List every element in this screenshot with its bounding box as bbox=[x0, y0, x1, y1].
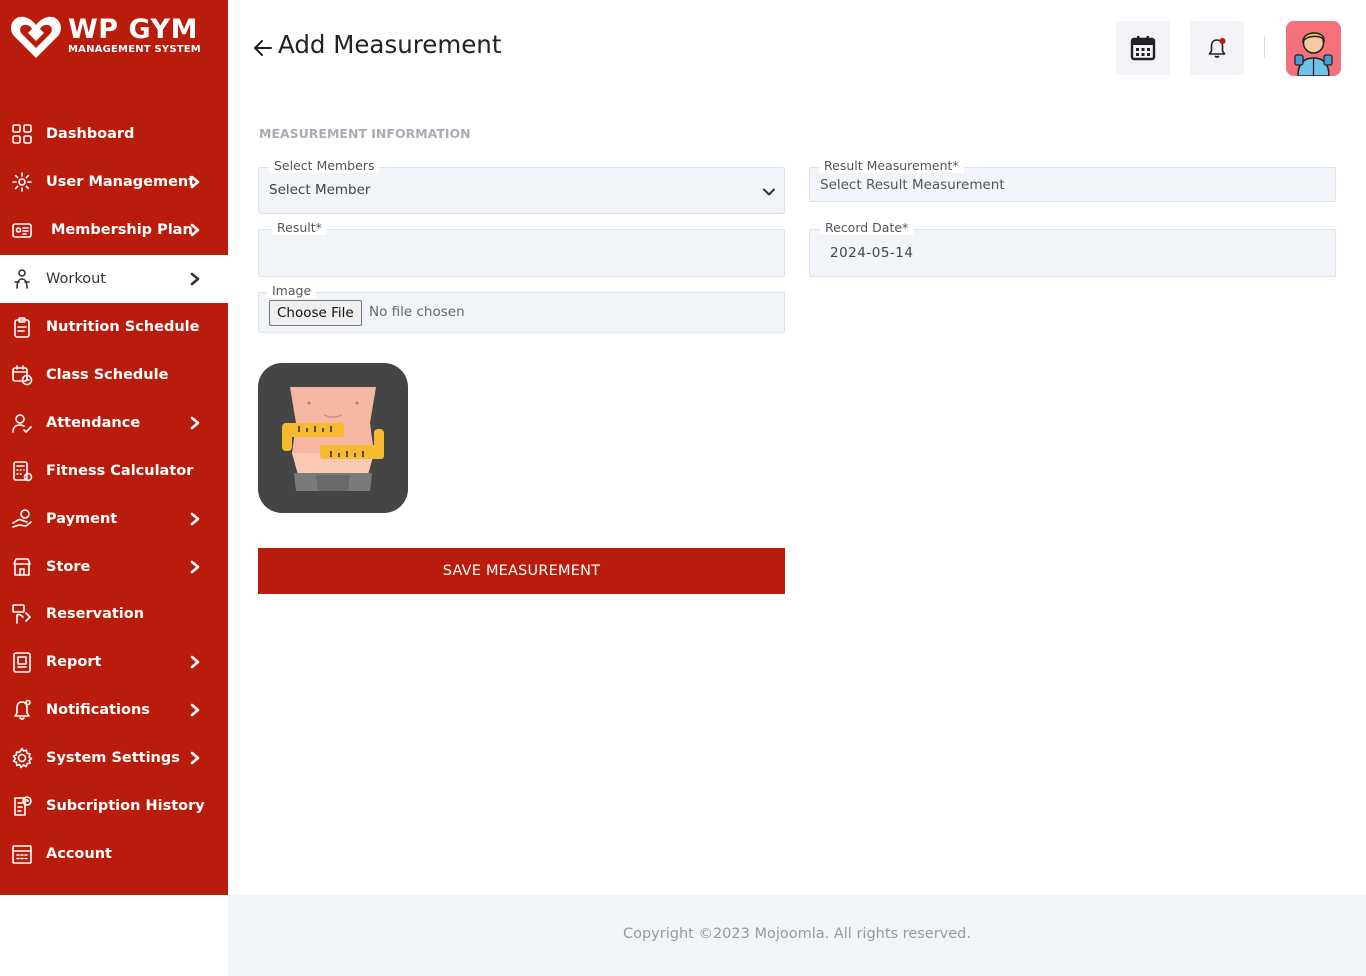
users-gear-icon bbox=[11, 171, 33, 193]
result-input[interactable]: Result* bbox=[258, 221, 785, 277]
sidebar-item-class-schedule[interactable]: Class Schedule bbox=[0, 351, 228, 399]
save-measurement-button[interactable]: SAVE MEASUREMENT bbox=[258, 548, 785, 594]
chevron-right-icon bbox=[188, 751, 202, 765]
sidebar-item-label: System Settings bbox=[46, 750, 180, 766]
record-date-label: Record Date* bbox=[820, 221, 914, 235]
chevron-right-icon bbox=[188, 272, 202, 286]
chevron-right-icon bbox=[188, 512, 202, 526]
sidebar-item-label: Class Schedule bbox=[46, 367, 169, 383]
member-select-label: Select Members bbox=[269, 159, 380, 173]
measurement-image-preview bbox=[258, 363, 408, 513]
sidebar-item-label: User Management bbox=[46, 174, 196, 190]
file-status: No file chosen bbox=[369, 304, 465, 320]
calendar-button[interactable] bbox=[1116, 21, 1170, 75]
sidebar: WP GYM MANAGEMENT SYSTEM Dashboard User M… bbox=[0, 0, 228, 895]
record-date-input[interactable]: Record Date* 2024-05-14 bbox=[809, 221, 1336, 277]
gear-icon bbox=[11, 747, 33, 769]
reservation-icon bbox=[11, 603, 33, 625]
sidebar-item-notifications[interactable]: Notifications bbox=[0, 686, 228, 734]
sidebar-item-label: Fitness Calculator bbox=[46, 463, 194, 479]
sidebar-item-user-management[interactable]: User Management bbox=[0, 158, 228, 206]
result-measurement-value: Select Result Measurement bbox=[820, 177, 1005, 193]
bell-icon bbox=[11, 699, 33, 721]
member-select-value: Select Member bbox=[269, 182, 371, 198]
sidebar-item-label: Notifications bbox=[46, 702, 150, 718]
sidebar-item-report[interactable]: Report bbox=[0, 638, 228, 686]
calendar-clock-icon bbox=[11, 364, 33, 386]
header-divider bbox=[1264, 36, 1265, 58]
chevron-right-icon bbox=[188, 703, 202, 717]
sidebar-item-label: Reservation bbox=[46, 606, 145, 622]
sidebar-item-dashboard[interactable]: Dashboard bbox=[0, 110, 228, 158]
choose-file-button[interactable]: Choose File bbox=[269, 300, 362, 326]
notification-button[interactable] bbox=[1190, 21, 1244, 75]
brand-title: WP GYM bbox=[68, 14, 198, 45]
clipboard-icon bbox=[11, 316, 33, 338]
sidebar-item-label: Attendance bbox=[46, 415, 141, 431]
result-measurement-label: Result Measurement* bbox=[819, 159, 964, 173]
sidebar-item-account[interactable]: Account bbox=[0, 830, 228, 878]
footer: Copyright ©2023 Mojoomla. All rights res… bbox=[228, 895, 1366, 976]
account-icon bbox=[11, 843, 33, 865]
brand-subtitle: MANAGEMENT SYSTEM bbox=[68, 44, 201, 55]
chevron-right-icon bbox=[188, 416, 202, 430]
page-title: Add Measurement bbox=[278, 30, 502, 59]
sidebar-item-label: Store bbox=[46, 559, 91, 575]
sidebar-item-label: Nutrition Schedule bbox=[46, 319, 200, 335]
section-title: MEASUREMENT INFORMATION bbox=[259, 126, 471, 141]
sidebar-item-label: Workout bbox=[46, 271, 106, 287]
body-measure-icon bbox=[282, 387, 384, 491]
sidebar-item-label: Account bbox=[46, 846, 112, 862]
heart-logo-icon bbox=[10, 16, 62, 58]
chevron-right-icon bbox=[188, 223, 202, 237]
sidebar-item-label: Subcription History bbox=[46, 798, 205, 814]
sidebar-item-membership-plan[interactable]: Membership Plan bbox=[0, 206, 228, 254]
sidebar-item-fitness-calculator[interactable]: Fitness Calculator bbox=[0, 447, 228, 495]
member-select[interactable]: Select Members Select Member bbox=[258, 159, 785, 214]
sidebar-item-workout[interactable]: Workout bbox=[0, 255, 228, 303]
store-icon bbox=[11, 556, 33, 578]
history-doc-icon bbox=[11, 795, 33, 817]
image-upload-field: Image Choose File No file chosen bbox=[258, 284, 785, 333]
sidebar-item-reservation[interactable]: Reservation bbox=[0, 590, 228, 638]
hand-money-icon bbox=[11, 508, 33, 530]
grid-icon bbox=[11, 123, 33, 145]
sidebar-item-store[interactable]: Store bbox=[0, 543, 228, 591]
user-check-icon bbox=[11, 412, 33, 434]
workout-icon bbox=[11, 268, 33, 290]
sidebar-item-label: Payment bbox=[46, 511, 118, 527]
report-icon bbox=[11, 651, 33, 673]
bell-icon bbox=[1208, 38, 1226, 58]
sidebar-item-payment[interactable]: Payment bbox=[0, 495, 228, 543]
sidebar-item-subcription-history[interactable]: Subcription History bbox=[0, 782, 228, 830]
result-input-label: Result* bbox=[272, 221, 327, 235]
chevron-right-icon bbox=[188, 175, 202, 189]
trainer-avatar-icon bbox=[1286, 21, 1341, 76]
calculator-icon bbox=[11, 460, 33, 482]
chevron-right-icon bbox=[188, 655, 202, 669]
sidebar-item-label: Membership Plan bbox=[51, 222, 193, 238]
sidebar-item-label: Dashboard bbox=[46, 126, 135, 142]
image-upload-label: Image bbox=[267, 284, 317, 298]
sidebar-item-attendance[interactable]: Attendance bbox=[0, 399, 228, 447]
id-card-icon bbox=[11, 219, 33, 241]
copyright-text: Copyright ©2023 Mojoomla. All rights res… bbox=[622, 926, 971, 942]
user-avatar[interactable] bbox=[1286, 21, 1341, 76]
sidebar-item-label: Report bbox=[46, 654, 102, 670]
result-measurement-select[interactable]: Result Measurement* Select Result Measur… bbox=[809, 159, 1336, 202]
record-date-value: 2024-05-14 bbox=[830, 245, 914, 261]
sidebar-item-nutrition-schedule[interactable]: Nutrition Schedule bbox=[0, 303, 228, 351]
brand-logo[interactable]: WP GYM MANAGEMENT SYSTEM bbox=[10, 12, 220, 62]
calendar-icon bbox=[1130, 36, 1156, 61]
chevron-down-icon bbox=[763, 188, 775, 196]
sidebar-item-system-settings[interactable]: System Settings bbox=[0, 734, 228, 782]
back-arrow-icon[interactable] bbox=[251, 37, 273, 59]
chevron-right-icon bbox=[188, 560, 202, 574]
